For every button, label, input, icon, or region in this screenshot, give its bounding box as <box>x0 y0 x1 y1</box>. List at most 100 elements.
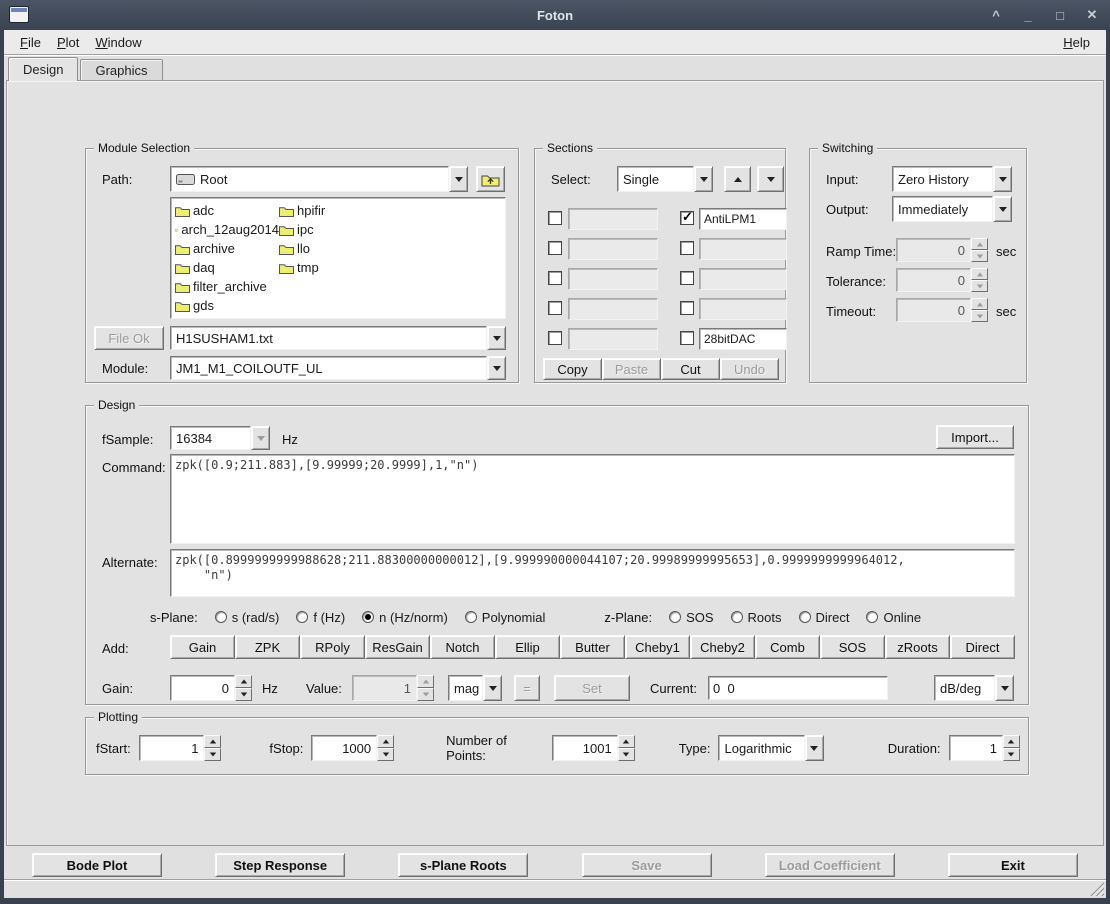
section-checkbox[interactable] <box>548 331 562 345</box>
list-item[interactable]: hpifir <box>279 201 379 220</box>
tab-design[interactable]: Design <box>8 57 78 81</box>
copy-button[interactable]: Copy <box>543 358 602 380</box>
section-checkbox[interactable] <box>548 241 562 255</box>
add-resgain-button[interactable]: ResGain <box>365 635 430 659</box>
chevron-down-icon[interactable] <box>483 675 502 701</box>
close-icon[interactable]: ✕ <box>1084 7 1100 23</box>
list-item[interactable]: adc <box>175 201 279 220</box>
add-ellip-button[interactable]: Ellip <box>495 635 560 659</box>
add-direct-button[interactable]: Direct <box>950 635 1015 659</box>
mag-combobox[interactable]: mag <box>448 675 502 701</box>
add-zroots-button[interactable]: zRoots <box>885 635 950 659</box>
list-item[interactable]: llo <box>279 239 379 258</box>
list-item[interactable]: ipc <box>279 220 379 239</box>
file-combobox[interactable]: H1SUSHAM1.txt <box>170 326 506 350</box>
spin-down-icon[interactable] <box>377 748 394 761</box>
add-rpoly-button[interactable]: RPoly <box>300 635 365 659</box>
bode-plot-button[interactable]: Bode Plot <box>32 853 162 877</box>
radio-direct[interactable]: Direct <box>799 610 850 625</box>
section-checkbox[interactable] <box>548 271 562 285</box>
menu-file[interactable]: File <box>12 30 49 55</box>
menu-plot[interactable]: Plot <box>49 30 87 55</box>
radio-s-rads[interactable]: s (rad/s) <box>215 610 280 625</box>
output-combobox[interactable]: Immediately <box>892 196 1012 222</box>
duration-spinner[interactable]: 1 <box>949 735 1020 761</box>
radio-roots[interactable]: Roots <box>731 610 782 625</box>
spin-up-icon[interactable] <box>1003 735 1020 748</box>
list-item[interactable]: tmp <box>279 258 379 277</box>
section-checkbox[interactable] <box>548 301 562 315</box>
command-textarea[interactable]: zpk([0.9;211.883],[9.99999;20.9999],1,"n… <box>170 454 1015 544</box>
shade-icon[interactable]: ^ <box>988 8 1004 23</box>
section-checkbox[interactable] <box>680 301 694 315</box>
section-checkbox[interactable] <box>680 271 694 285</box>
add-notch-button[interactable]: Notch <box>430 635 495 659</box>
spin-down-icon[interactable] <box>235 688 252 701</box>
type-combobox[interactable]: Logarithmic <box>718 735 823 761</box>
module-combobox[interactable]: JM1_M1_COILOUTF_UL <box>170 356 506 380</box>
list-item[interactable]: filter_archive <box>175 277 279 296</box>
spin-down-icon[interactable] <box>204 748 221 761</box>
fstart-spinner[interactable]: 1 <box>139 735 222 761</box>
menu-window[interactable]: Window <box>87 30 149 55</box>
path-combobox[interactable]: Root <box>170 166 468 192</box>
chevron-down-icon[interactable] <box>995 675 1014 701</box>
chevron-down-icon[interactable] <box>993 166 1012 192</box>
maximize-icon[interactable]: □ <box>1052 8 1068 23</box>
radio-n-hznorm[interactable]: n (Hz/norm) <box>362 610 448 625</box>
section-name-field[interactable]: AntiLPM1 <box>699 208 787 230</box>
import-button[interactable]: Import... <box>936 425 1014 449</box>
add-cheby1-button[interactable]: Cheby1 <box>625 635 690 659</box>
splane-roots-button[interactable]: s-Plane Roots <box>398 853 528 877</box>
step-response-button[interactable]: Step Response <box>215 853 345 877</box>
points-spinner[interactable]: 1001 <box>552 735 635 761</box>
cut-button[interactable]: Cut <box>661 358 720 380</box>
add-zpk-button[interactable]: ZPK <box>235 635 300 659</box>
alternate-textarea[interactable]: zpk([0.8999999999988628;211.883000000000… <box>170 549 1015 597</box>
spin-up-icon[interactable] <box>204 735 221 748</box>
list-item[interactable]: gds <box>175 296 279 315</box>
section-checkbox-antilpm1[interactable] <box>680 211 694 225</box>
add-comb-button[interactable]: Comb <box>755 635 820 659</box>
section-checkbox[interactable] <box>680 241 694 255</box>
list-item[interactable]: daq <box>175 258 279 277</box>
spin-down-icon[interactable] <box>1003 748 1020 761</box>
radio-f-hz[interactable]: f (Hz) <box>296 610 345 625</box>
chevron-down-icon[interactable] <box>805 735 824 761</box>
spin-up-icon[interactable] <box>618 735 635 748</box>
folder-up-button[interactable] <box>476 166 505 192</box>
fstop-spinner[interactable]: 1000 <box>311 735 394 761</box>
radio-polynomial[interactable]: Polynomial <box>465 610 546 625</box>
gain-spinner[interactable]: 0 <box>170 675 252 701</box>
titlebar[interactable]: Foton ^ _ □ ✕ <box>0 0 1110 30</box>
add-gain-button[interactable]: Gain <box>170 635 235 659</box>
chevron-down-icon[interactable] <box>487 356 506 380</box>
input-combobox[interactable]: Zero History <box>892 166 1012 192</box>
list-item[interactable]: archive <box>175 239 279 258</box>
section-checkbox[interactable] <box>548 211 562 225</box>
folder-listbox[interactable]: adc arch_12aug2014 archive daq filter_ar… <box>170 197 506 319</box>
section-down-button[interactable] <box>757 166 784 192</box>
section-up-button[interactable] <box>724 166 751 192</box>
add-sos-button[interactable]: SOS <box>820 635 885 659</box>
chevron-down-icon[interactable] <box>694 166 713 192</box>
minimize-icon[interactable]: _ <box>1020 8 1036 23</box>
section-checkbox-28bitdac[interactable] <box>680 331 694 345</box>
add-butter-button[interactable]: Butter <box>560 635 625 659</box>
chevron-down-icon[interactable] <box>993 196 1012 222</box>
menu-help[interactable]: Help <box>1055 30 1098 55</box>
tab-graphics[interactable]: Graphics <box>80 59 162 81</box>
spin-up-icon[interactable] <box>235 675 252 688</box>
radio-online[interactable]: Online <box>866 610 921 625</box>
spin-down-icon[interactable] <box>618 748 635 761</box>
chevron-down-icon[interactable] <box>487 326 506 350</box>
chevron-down-icon[interactable] <box>449 166 468 192</box>
dbdeg-combobox[interactable]: dB/deg <box>934 675 1014 701</box>
resize-grip-icon[interactable] <box>1090 882 1104 896</box>
radio-sos[interactable]: SOS <box>669 610 713 625</box>
list-item[interactable]: arch_12aug2014 <box>175 220 279 239</box>
section-select-combobox[interactable]: Single <box>617 166 713 192</box>
exit-button[interactable]: Exit <box>948 853 1078 877</box>
section-name-field[interactable]: 28bitDAC <box>699 328 787 350</box>
add-cheby2-button[interactable]: Cheby2 <box>690 635 755 659</box>
